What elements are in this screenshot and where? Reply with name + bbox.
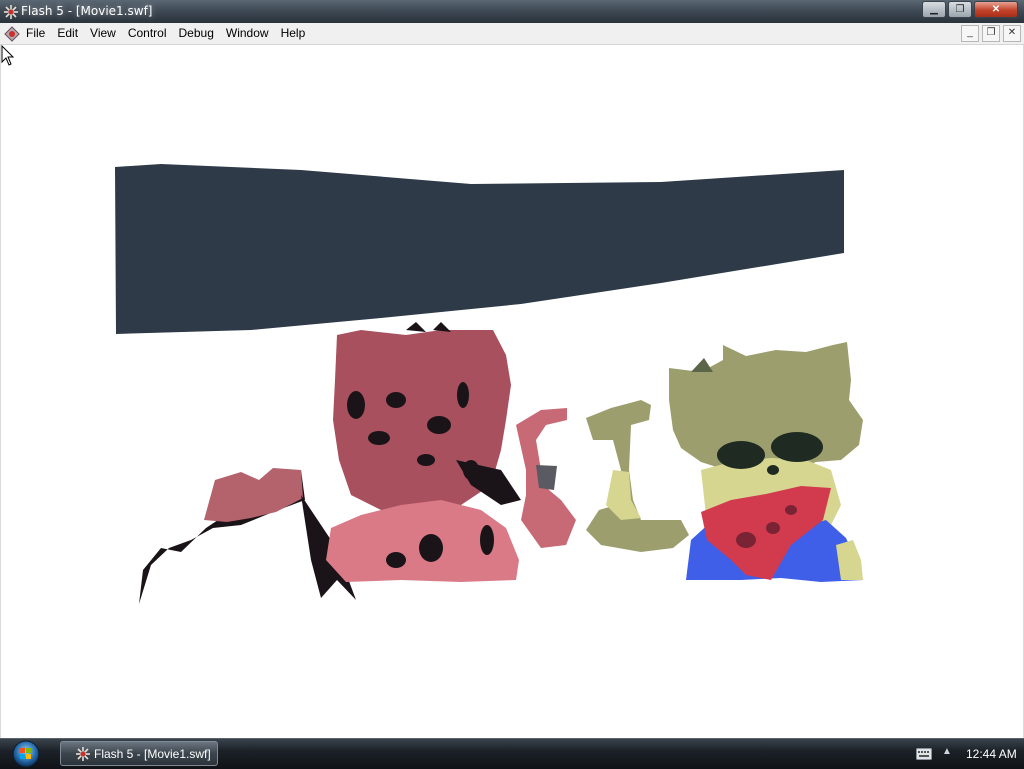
- banner-shape: [115, 164, 844, 334]
- restore-icon: ❐: [986, 27, 996, 38]
- menu-bar: File Edit View Control Debug Window Help…: [0, 23, 1024, 45]
- keyboard-icon[interactable]: [916, 748, 932, 760]
- right-character-hair: [669, 342, 863, 470]
- menu-file[interactable]: File: [20, 23, 51, 44]
- movie-canvas: [115, 164, 863, 604]
- right-character-ear: [691, 358, 713, 372]
- doc-minimize-button[interactable]: _: [961, 25, 979, 42]
- window-title: Flash 5 - [Movie1.swf]: [21, 4, 153, 18]
- doc-close-button[interactable]: ✕: [1003, 25, 1021, 42]
- doc-restore-button[interactable]: ❐: [982, 25, 1000, 42]
- taskbar-item-flash[interactable]: Flash 5 - [Movie1.swf]: [60, 741, 218, 766]
- taskbar: Flash 5 - [Movie1.swf] ▲ 12:44 AM: [0, 738, 1024, 769]
- start-button[interactable]: [6, 739, 42, 769]
- menu-control[interactable]: Control: [122, 23, 173, 44]
- close-button[interactable]: ✕: [974, 1, 1018, 18]
- mouse-cursor-icon: [1, 45, 15, 66]
- title-bar[interactable]: Flash 5 - [Movie1.swf] ▁ ❐ ✕: [0, 0, 1024, 23]
- microphone: [536, 465, 557, 490]
- menu-debug[interactable]: Debug: [173, 23, 220, 44]
- flash-player-icon: [76, 747, 90, 761]
- menu-view[interactable]: View: [84, 23, 122, 44]
- movie-stage[interactable]: [0, 45, 1024, 738]
- menu-window[interactable]: Window: [220, 23, 275, 44]
- document-icon[interactable]: [4, 26, 20, 42]
- minimize-icon: _: [967, 27, 973, 38]
- clock[interactable]: 12:44 AM: [966, 747, 1017, 761]
- menu-help[interactable]: Help: [275, 23, 312, 44]
- system-tray: ▲ 12:44 AM: [914, 739, 1024, 769]
- minimize-button[interactable]: ▁: [922, 1, 946, 18]
- menu-edit[interactable]: Edit: [51, 23, 84, 44]
- close-icon: ✕: [1007, 27, 1017, 38]
- show-hidden-icons-icon[interactable]: ▲: [942, 746, 952, 757]
- taskbar-item-label: Flash 5 - [Movie1.swf]: [94, 747, 211, 761]
- close-icon: ✕: [991, 4, 1001, 15]
- minimize-icon: ▁: [930, 4, 938, 15]
- maximize-button[interactable]: ❐: [948, 1, 972, 18]
- left-character-wing: [204, 468, 303, 522]
- flash-player-icon: [4, 5, 18, 19]
- restore-icon: ❐: [955, 4, 965, 15]
